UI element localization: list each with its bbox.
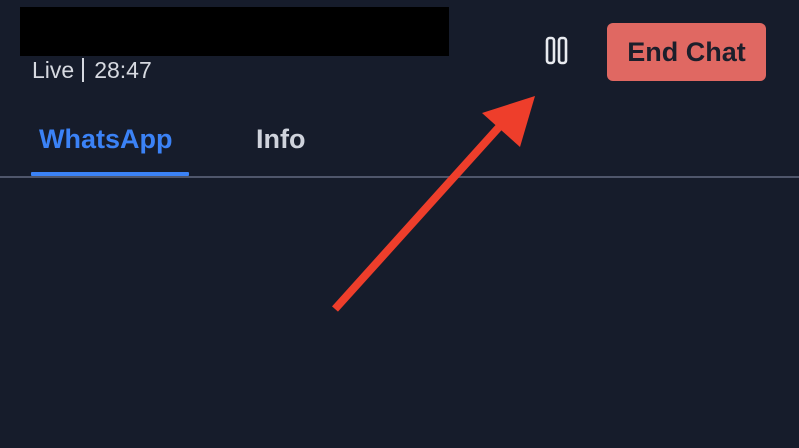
redacted-contact-name <box>20 7 449 56</box>
tab-bar: WhatsApp Info <box>0 110 799 177</box>
tab-info[interactable]: Info <box>256 124 305 155</box>
tab-whatsapp[interactable]: WhatsApp <box>39 124 172 155</box>
status-divider <box>82 58 85 82</box>
whatsapp-tab-content <box>0 178 799 448</box>
end-chat-button[interactable]: End Chat <box>607 23 766 81</box>
elapsed-timer: 28:47 <box>94 57 152 83</box>
pause-icon <box>545 36 568 65</box>
live-status-label: Live <box>32 57 75 83</box>
chat-panel: Live 28:47 End Chat WhatsApp Info <box>0 0 799 448</box>
chat-status: Live 28:47 <box>32 57 152 84</box>
pause-button[interactable] <box>540 34 574 68</box>
